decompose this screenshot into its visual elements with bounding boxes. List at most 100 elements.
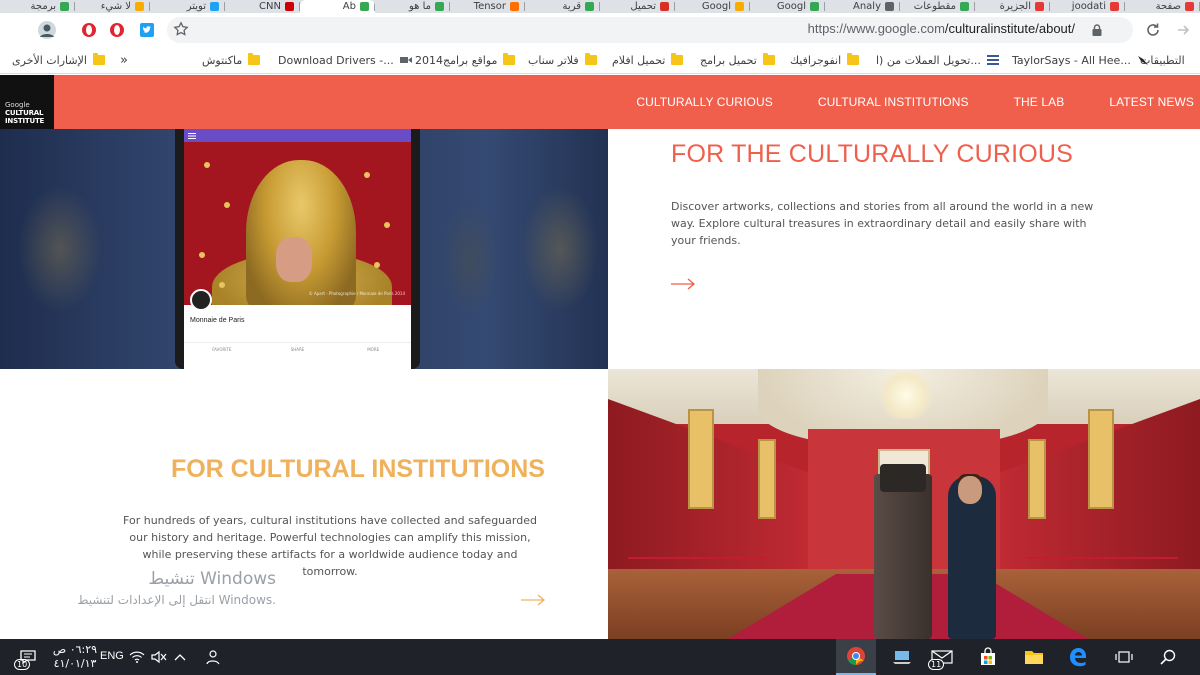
wifi-icon[interactable] — [126, 639, 148, 675]
tab-title: لا شيء — [100, 1, 131, 12]
bookmark-item[interactable]: تحويل العملات من (ا... — [876, 52, 999, 68]
people-icon[interactable] — [200, 639, 224, 675]
taskbar-chrome[interactable] — [836, 639, 876, 675]
tab-favicon-icon — [660, 2, 669, 11]
tab-favicon-icon — [1185, 2, 1194, 11]
windows-taskbar: 10 ٠٦:٢٩ ص ٤١/٠١/١٣ ENG 11 — [0, 639, 1200, 675]
bookmark-item[interactable]: تحميل افلام — [612, 52, 684, 68]
nav-culturally-curious[interactable]: CULTURALLY CURIOUS — [636, 95, 773, 109]
tab-favicon-icon — [135, 2, 144, 11]
bookmark-item[interactable]: مواقع برامج2014 — [415, 52, 516, 68]
forward-icon[interactable] — [1172, 19, 1194, 41]
twitter-extension-icon[interactable] — [136, 19, 158, 41]
bookmark-label: مواقع برامج2014 — [415, 53, 498, 67]
tab-separator — [149, 2, 150, 11]
tab-title: Googl — [776, 1, 806, 12]
bookmark-label: تحويل العملات من (ا... — [876, 53, 981, 67]
browser-tab[interactable]: CNN — [225, 0, 300, 13]
tab-title: تويتر — [186, 1, 206, 12]
bookmarks-overflow-chevron[interactable]: » — [120, 52, 128, 68]
input-language[interactable]: ENG — [100, 650, 124, 662]
browser-tab[interactable]: برمجة — [0, 0, 75, 13]
tab-favicon-icon — [960, 2, 969, 11]
profile-avatar[interactable] — [36, 19, 58, 41]
other-bookmarks-folder[interactable]: الإشارات الأخرى — [12, 52, 105, 68]
browser-tab[interactable]: لا شيء — [75, 0, 150, 13]
taskbar-app-snip[interactable] — [882, 639, 922, 675]
address-bar[interactable]: https://www.google.com/culturalinstitute… — [167, 17, 1133, 43]
tab-favicon-icon — [210, 2, 219, 11]
show-hidden-icons-chevron-icon[interactable] — [170, 639, 190, 675]
bookmark-label: Download Drivers -... — [278, 53, 394, 67]
artwork-face — [276, 237, 312, 282]
folder-icon — [671, 53, 684, 65]
bookmark-item[interactable]: تحميل برامج — [700, 52, 775, 68]
browser-tab[interactable]: تحميل — [600, 0, 675, 13]
tab-separator — [299, 2, 300, 11]
photo-credit: © Apart - Photographie / Monnaie de Pari… — [308, 291, 405, 296]
google-cultural-institute-logo[interactable]: Google CULTURAL INSTITUTE — [0, 75, 54, 129]
bookmark-label: تحميل برامج — [700, 53, 757, 67]
task-view-icon[interactable] — [1104, 639, 1144, 675]
culturally-curious-arrow-icon[interactable] — [670, 275, 696, 290]
currency-icon — [986, 55, 999, 65]
browser-tab[interactable]: Analy — [825, 0, 900, 13]
tab-favicon-icon — [585, 2, 594, 11]
tab-separator — [1049, 2, 1050, 11]
taskbar-file-explorer[interactable] — [1014, 639, 1054, 675]
volume-muted-icon[interactable] — [148, 639, 170, 675]
coin — [219, 282, 225, 288]
action-center-icon[interactable]: 10 — [10, 639, 46, 675]
taskbar-edge[interactable] — [1058, 639, 1098, 675]
tab-strip: صفحة joodati الجزيرة مقطوعات Analy Googl Googl… — [0, 0, 1200, 13]
lock-icon[interactable] — [1091, 22, 1103, 41]
browser-tab[interactable]: Googl — [750, 0, 825, 13]
clock-time: ٠٦:٢٩ ص — [52, 643, 98, 656]
tab-separator — [674, 2, 675, 11]
browser-tab[interactable]: Tensor — [450, 0, 525, 13]
nav-latest-news[interactable]: LATEST NEWS — [1109, 95, 1194, 109]
bookmark-item[interactable]: انفوجرافيك — [790, 52, 860, 68]
nav-the-lab[interactable]: THE LAB — [1014, 95, 1065, 109]
browser-tab[interactable]: تويتر — [150, 0, 225, 13]
tab-title: CNN — [259, 1, 281, 12]
browser-tab[interactable]: Googl — [675, 0, 750, 13]
reload-icon[interactable] — [1142, 19, 1164, 41]
taskbar-store[interactable] — [968, 639, 1008, 675]
browser-tab[interactable]: صفحة — [1125, 0, 1200, 13]
browser-toolbar: https://www.google.com/culturalinstitute… — [0, 13, 1200, 47]
browser-tab[interactable]: مقطوعات — [900, 0, 975, 13]
browser-tab[interactable]: Ab — [300, 0, 375, 13]
browser-tab[interactable]: joodati — [1050, 0, 1125, 13]
browser-tab[interactable]: ما هو — [375, 0, 450, 13]
gold-wall-panel — [758, 439, 776, 519]
bookmark-item[interactable]: Download Drivers -... — [278, 52, 412, 68]
tab-favicon-icon — [1035, 2, 1044, 11]
logo-google-text: Google — [5, 101, 30, 109]
search-icon[interactable] — [1148, 639, 1188, 675]
bookmark-item[interactable]: فلاتر سناب — [528, 52, 597, 68]
bookmark-item[interactable]: ماكنتوش — [202, 52, 261, 68]
tab-separator — [74, 2, 75, 11]
folder-icon — [584, 53, 597, 65]
browser-tab[interactable]: قرية — [525, 0, 600, 13]
cultural-institutions-arrow-icon[interactable] — [520, 591, 546, 606]
taskbar-mail[interactable]: 11 — [922, 639, 962, 675]
tab-title: Ab — [342, 1, 356, 12]
opera-extension-icon[interactable] — [106, 19, 128, 41]
bookmark-item[interactable]: TaylorSays - All Hee... — [1012, 52, 1149, 68]
velvet-rope — [628, 557, 768, 559]
opera-extension-icon[interactable] — [78, 19, 100, 41]
more-action: MORE — [367, 347, 380, 352]
apps-shortcut[interactable]: التطبيقات — [1140, 52, 1185, 68]
browser-tab[interactable]: الجزيرة — [975, 0, 1050, 13]
system-clock[interactable]: ٠٦:٢٩ ص ٤١/٠١/١٣ — [48, 643, 102, 671]
url-host: https://www.google.com — [807, 21, 945, 36]
gold-coins-artwork: © Apart - Photographie / Monnaie de Pari… — [184, 142, 411, 305]
mail-badge: 11 — [928, 659, 945, 670]
nav-cultural-institutions[interactable]: CULTURAL INSTITUTIONS — [818, 95, 969, 109]
velvet-rope — [1028, 557, 1178, 559]
bookmark-label: التطبيقات — [1140, 53, 1185, 67]
phone-screen: © Apart - Photographie / Monnaie de Pari… — [184, 129, 411, 369]
activate-windows-subtitle: انتقل إلى الإعدادات لتنشيط Windows. — [77, 593, 276, 607]
